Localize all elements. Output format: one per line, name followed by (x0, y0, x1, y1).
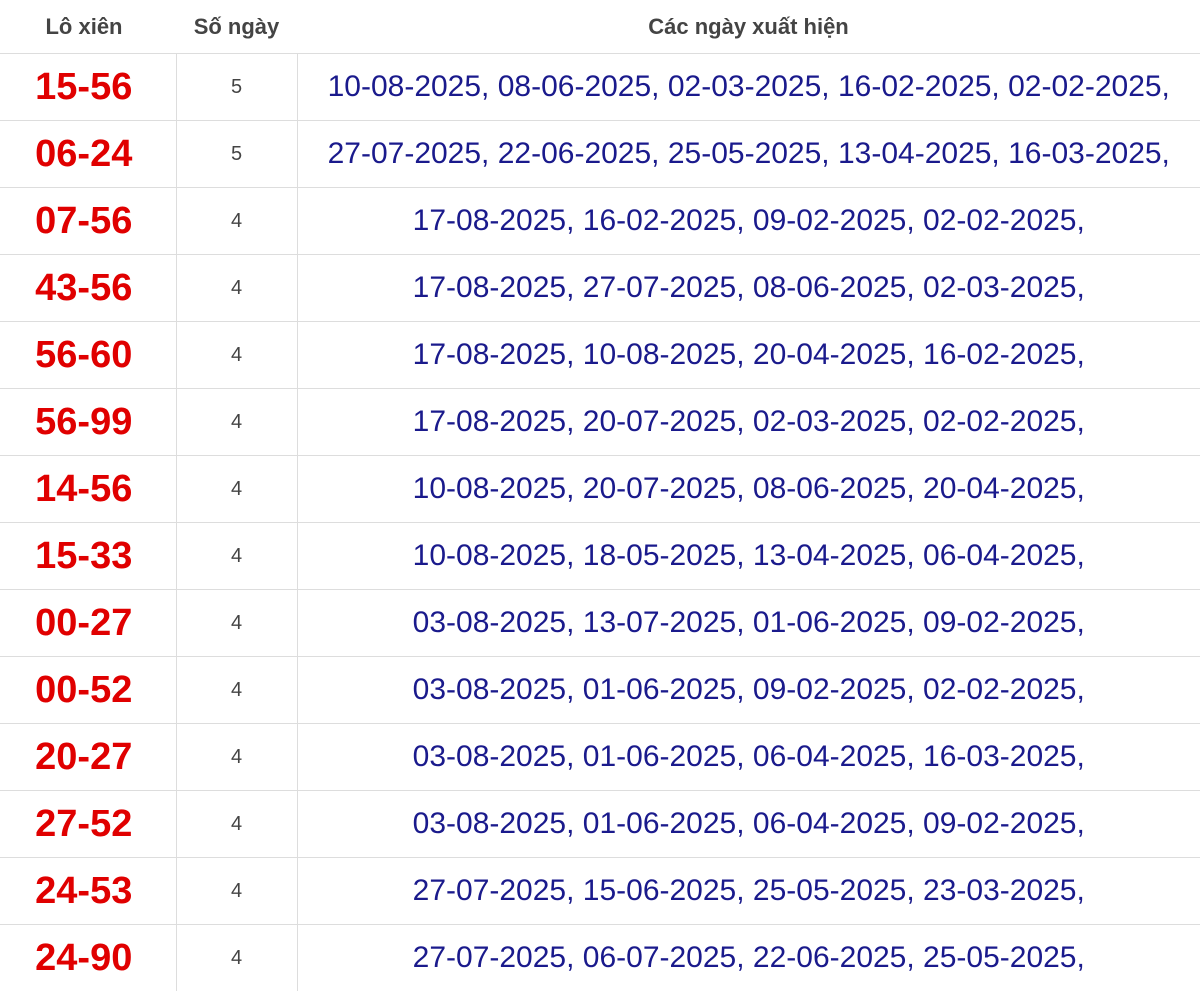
count-cell: 4 (176, 523, 297, 590)
dates-cell: 03-08-2025, 01-06-2025, 06-04-2025, 16-0… (297, 724, 1200, 791)
table-row: 20-27 4 03-08-2025, 01-06-2025, 06-04-20… (0, 724, 1200, 791)
count-cell: 4 (176, 724, 297, 791)
table-row: 14-56 4 10-08-2025, 20-07-2025, 08-06-20… (0, 456, 1200, 523)
pair-cell: 15-56 (0, 54, 176, 121)
count-cell: 4 (176, 456, 297, 523)
header-dates: Các ngày xuất hiện (297, 0, 1200, 54)
pair-cell: 15-33 (0, 523, 176, 590)
pair-cell: 56-60 (0, 322, 176, 389)
count-cell: 4 (176, 322, 297, 389)
count-cell: 5 (176, 54, 297, 121)
table-row: 24-90 4 27-07-2025, 06-07-2025, 22-06-20… (0, 925, 1200, 991)
dates-cell: 10-08-2025, 20-07-2025, 08-06-2025, 20-0… (297, 456, 1200, 523)
header-row: Lô xiên Số ngày Các ngày xuất hiện (0, 0, 1200, 54)
header-pair: Lô xiên (0, 0, 176, 54)
pair-cell: 24-90 (0, 925, 176, 991)
count-cell: 4 (176, 858, 297, 925)
count-cell: 4 (176, 590, 297, 657)
count-cell: 4 (176, 188, 297, 255)
dates-cell: 17-08-2025, 27-07-2025, 08-06-2025, 02-0… (297, 255, 1200, 322)
lo-xien-table: Lô xiên Số ngày Các ngày xuất hiện 15-56… (0, 0, 1200, 991)
count-cell: 5 (176, 121, 297, 188)
dates-cell: 17-08-2025, 10-08-2025, 20-04-2025, 16-0… (297, 322, 1200, 389)
dates-cell: 03-08-2025, 13-07-2025, 01-06-2025, 09-0… (297, 590, 1200, 657)
header-count: Số ngày (176, 0, 297, 54)
pair-cell: 20-27 (0, 724, 176, 791)
pair-cell: 43-56 (0, 255, 176, 322)
dates-cell: 03-08-2025, 01-06-2025, 09-02-2025, 02-0… (297, 657, 1200, 724)
dates-cell: 27-07-2025, 15-06-2025, 25-05-2025, 23-0… (297, 858, 1200, 925)
count-cell: 4 (176, 791, 297, 858)
table-row: 06-24 5 27-07-2025, 22-06-2025, 25-05-20… (0, 121, 1200, 188)
count-cell: 4 (176, 255, 297, 322)
table-header: Lô xiên Số ngày Các ngày xuất hiện (0, 0, 1200, 54)
count-cell: 4 (176, 925, 297, 991)
pair-cell: 56-99 (0, 389, 176, 456)
table-row: 15-33 4 10-08-2025, 18-05-2025, 13-04-20… (0, 523, 1200, 590)
dates-cell: 27-07-2025, 06-07-2025, 22-06-2025, 25-0… (297, 925, 1200, 991)
pair-cell: 27-52 (0, 791, 176, 858)
pair-cell: 07-56 (0, 188, 176, 255)
pair-cell: 06-24 (0, 121, 176, 188)
table-row: 07-56 4 17-08-2025, 16-02-2025, 09-02-20… (0, 188, 1200, 255)
count-cell: 4 (176, 657, 297, 724)
dates-cell: 17-08-2025, 16-02-2025, 09-02-2025, 02-0… (297, 188, 1200, 255)
table-row: 00-52 4 03-08-2025, 01-06-2025, 09-02-20… (0, 657, 1200, 724)
dates-cell: 03-08-2025, 01-06-2025, 06-04-2025, 09-0… (297, 791, 1200, 858)
dates-cell: 17-08-2025, 20-07-2025, 02-03-2025, 02-0… (297, 389, 1200, 456)
table-row: 56-99 4 17-08-2025, 20-07-2025, 02-03-20… (0, 389, 1200, 456)
table-row: 15-56 5 10-08-2025, 08-06-2025, 02-03-20… (0, 54, 1200, 121)
table-body: 15-56 5 10-08-2025, 08-06-2025, 02-03-20… (0, 54, 1200, 991)
table-row: 24-53 4 27-07-2025, 15-06-2025, 25-05-20… (0, 858, 1200, 925)
table-row: 43-56 4 17-08-2025, 27-07-2025, 08-06-20… (0, 255, 1200, 322)
pair-cell: 00-27 (0, 590, 176, 657)
dates-cell: 27-07-2025, 22-06-2025, 25-05-2025, 13-0… (297, 121, 1200, 188)
dates-cell: 10-08-2025, 18-05-2025, 13-04-2025, 06-0… (297, 523, 1200, 590)
count-cell: 4 (176, 389, 297, 456)
table-row: 00-27 4 03-08-2025, 13-07-2025, 01-06-20… (0, 590, 1200, 657)
pair-cell: 14-56 (0, 456, 176, 523)
table-row: 27-52 4 03-08-2025, 01-06-2025, 06-04-20… (0, 791, 1200, 858)
table-row: 56-60 4 17-08-2025, 10-08-2025, 20-04-20… (0, 322, 1200, 389)
pair-cell: 00-52 (0, 657, 176, 724)
dates-cell: 10-08-2025, 08-06-2025, 02-03-2025, 16-0… (297, 54, 1200, 121)
pair-cell: 24-53 (0, 858, 176, 925)
